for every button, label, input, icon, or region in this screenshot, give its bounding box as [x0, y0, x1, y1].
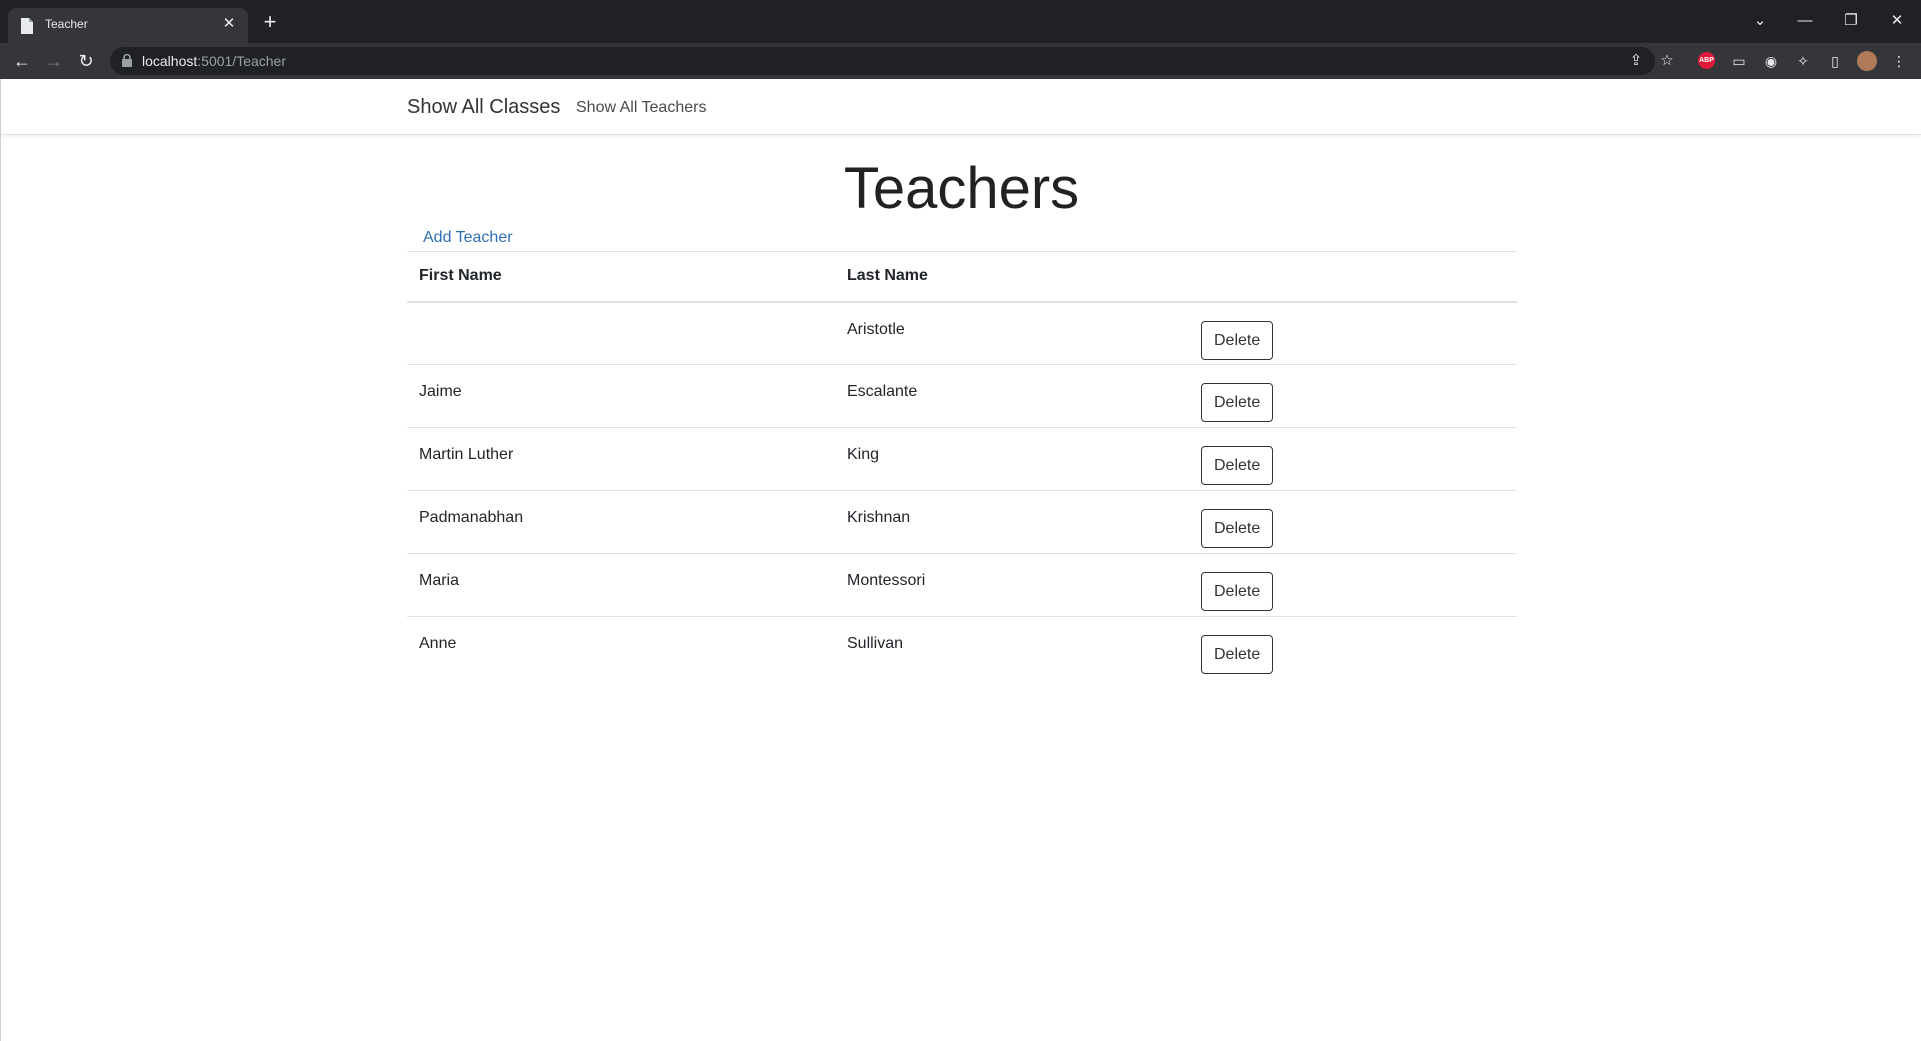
delete-button[interactable]: Delete [1201, 509, 1274, 548]
actions-cell: Delete [1189, 427, 1517, 491]
page-viewport: Show All Classes Show All Teachers Teach… [0, 79, 1921, 1041]
brand-link[interactable]: Show All Classes [407, 96, 560, 119]
first-name-cell: Maria [407, 553, 835, 617]
page-title: Teachers [843, 156, 1080, 221]
url-text: localhost:5001/Teacher [142, 53, 286, 69]
reader-icon[interactable]: ▭ [1728, 50, 1750, 72]
first-name-cell [407, 301, 835, 365]
close-window-icon[interactable]: ✕ [1882, 10, 1912, 32]
actions-cell: Delete [1189, 553, 1517, 617]
tab-title: Teacher [45, 17, 88, 31]
nav-show-all-teachers[interactable]: Show All Teachers [576, 99, 706, 117]
new-tab-button[interactable]: + [260, 11, 280, 33]
close-tab-icon[interactable]: ✕ [220, 15, 238, 33]
actions-cell: Delete [1189, 301, 1517, 365]
back-icon[interactable]: ← [10, 49, 34, 73]
table-row: Padmanabhan Krishnan Delete [407, 490, 1517, 554]
delete-button[interactable]: Delete [1201, 320, 1274, 360]
restore-icon[interactable]: ❐ [1836, 10, 1866, 32]
column-header-last-name: Last Name [835, 251, 1189, 303]
last-name-cell: Krishnan [835, 490, 1189, 554]
teachers-table: First Name Last Name Aristotle Delete Ja… [407, 251, 1517, 680]
extension-circle-icon[interactable]: ◉ [1760, 50, 1782, 72]
table-header-row: First Name Last Name [407, 251, 1517, 303]
side-panel-icon[interactable]: ▯ [1824, 50, 1846, 72]
column-header-actions [1189, 251, 1517, 303]
table-row: Jaime Escalante Delete [407, 364, 1517, 428]
extensions-icon[interactable]: ✧ [1792, 50, 1814, 72]
adblock-icon[interactable]: ABP [1698, 52, 1715, 69]
minimize-icon[interactable]: — [1790, 10, 1820, 32]
lock-icon [122, 54, 132, 67]
reload-icon[interactable]: ↻ [74, 49, 98, 73]
last-name-cell: Escalante [835, 364, 1189, 428]
column-header-first-name: First Name [407, 251, 835, 303]
menu-icon[interactable]: ⋮ [1888, 50, 1910, 72]
profile-avatar[interactable] [1857, 51, 1877, 71]
site-navbar: Show All Classes Show All Teachers [1, 79, 1921, 135]
first-name-cell: Martin Luther [407, 427, 835, 491]
browser-tab[interactable]: Teacher ✕ [8, 8, 248, 43]
delete-button[interactable]: Delete [1201, 383, 1274, 422]
address-bar[interactable]: localhost:5001/Teacher ⇪ ☆ [110, 47, 1674, 75]
first-name-cell: Jaime [407, 364, 835, 428]
forward-icon[interactable]: → [42, 49, 66, 73]
actions-cell: Delete [1189, 617, 1517, 680]
last-name-cell: Montessori [835, 553, 1189, 617]
actions-cell: Delete [1189, 490, 1517, 554]
last-name-cell: King [835, 427, 1189, 491]
tab-strip: Teacher ✕ + ⌄ — ❐ ✕ [0, 0, 1921, 43]
star-icon[interactable]: ☆ [1656, 50, 1678, 72]
delete-button[interactable]: Delete [1201, 635, 1274, 674]
first-name-cell: Anne [419, 635, 457, 652]
table-row: Anne Sullivan Delete [407, 617, 1517, 680]
last-name-cell: Aristotle [835, 301, 1189, 365]
last-name-cell: Sullivan [847, 635, 904, 652]
delete-button[interactable]: Delete [1201, 446, 1274, 485]
table-row: Martin Luther King Delete [407, 427, 1517, 491]
add-teacher-link[interactable]: Add Teacher [423, 229, 513, 247]
share-icon[interactable]: ⇪ [1625, 50, 1647, 72]
browser-toolbar: ← → ↻ localhost:5001/Teacher ⇪ ☆ ABP ▭ ◉… [0, 43, 1921, 79]
page-icon [21, 18, 33, 34]
tab-search-icon[interactable]: ⌄ [1745, 10, 1775, 32]
first-name-cell: Padmanabhan [407, 490, 835, 554]
actions-cell: Delete [1189, 364, 1517, 428]
table-row: Maria Montessori Delete [407, 553, 1517, 617]
delete-button[interactable]: Delete [1201, 572, 1274, 611]
table-row: Aristotle Delete [407, 301, 1517, 365]
